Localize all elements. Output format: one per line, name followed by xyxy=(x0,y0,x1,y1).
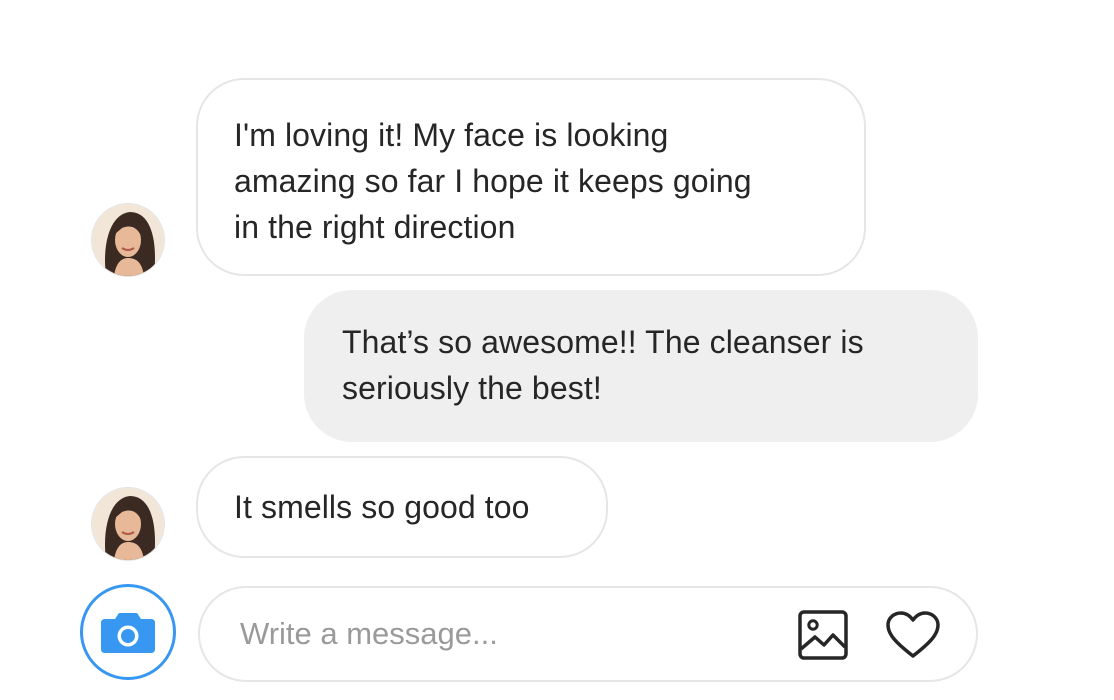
avatar-photo xyxy=(92,488,164,560)
avatar[interactable] xyxy=(92,488,164,560)
camera-button[interactable] xyxy=(80,584,176,680)
like-button[interactable] xyxy=(884,606,942,664)
message-bubble-outgoing[interactable]: That’s so awesome!! The cleanser is seri… xyxy=(304,290,978,442)
chat-screen: I'm loving it! My face is looking amazin… xyxy=(0,0,1114,700)
message-text-line: amazing so far I hope it keeps going xyxy=(234,163,752,199)
message-text-line: It smells so good too xyxy=(234,489,530,525)
heart-icon xyxy=(886,611,940,658)
message-bubble-incoming[interactable]: I'm loving it! My face is looking amazin… xyxy=(196,78,866,276)
message-text-line: in the right direction xyxy=(234,209,516,245)
message-input[interactable] xyxy=(240,610,780,658)
gallery-button[interactable] xyxy=(794,606,852,664)
message-composer xyxy=(198,586,978,682)
message-text-line: That’s so awesome!! The cleanser is xyxy=(342,324,864,360)
camera-icon xyxy=(101,613,155,653)
message-text-line: seriously the best! xyxy=(342,370,602,406)
message-bubble-incoming[interactable]: It smells so good too xyxy=(196,456,608,558)
avatar-photo xyxy=(92,204,164,276)
message-text-line: I'm loving it! My face is looking xyxy=(234,117,669,153)
avatar[interactable] xyxy=(92,204,164,276)
image-icon xyxy=(798,610,848,660)
